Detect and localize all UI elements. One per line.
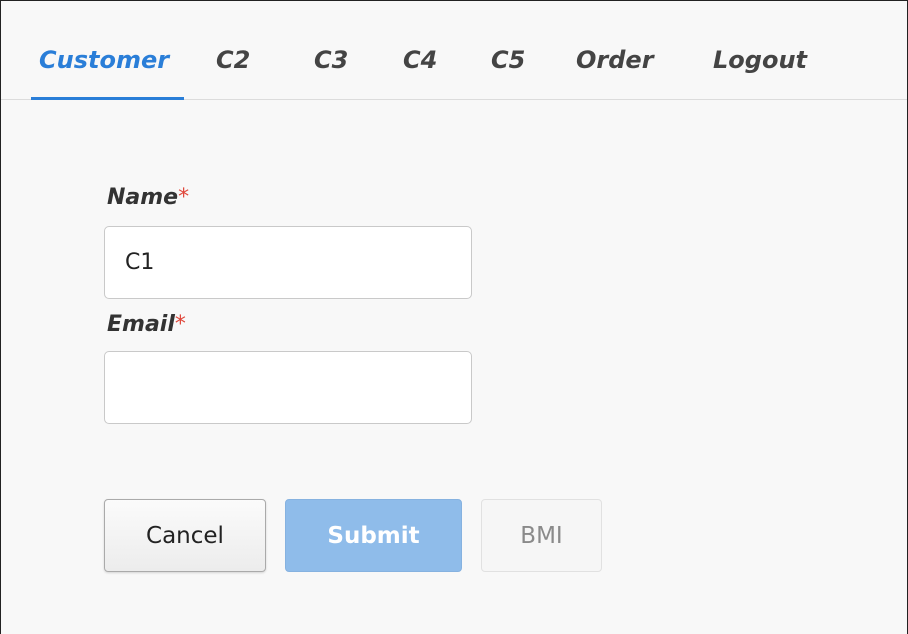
email-label: Email* xyxy=(107,311,186,339)
tab-bar: Customer C2 C3 C4 C5 Order Logout xyxy=(1,1,907,100)
app-window: Customer C2 C3 C4 C5 Order Logout Name* … xyxy=(0,0,908,634)
tab-c3[interactable]: C3 xyxy=(314,44,348,76)
name-input[interactable] xyxy=(104,226,472,299)
email-input[interactable] xyxy=(104,351,472,424)
email-label-text: Email xyxy=(107,312,175,337)
tab-c5[interactable]: C5 xyxy=(491,44,525,76)
active-tab-indicator xyxy=(31,97,184,100)
tab-c2[interactable]: C2 xyxy=(216,44,250,76)
bmi-button[interactable]: BMI xyxy=(481,499,602,572)
name-label-text: Name xyxy=(107,185,179,210)
email-required-marker: * xyxy=(174,312,186,337)
tab-customer[interactable]: Customer xyxy=(39,44,169,76)
submit-button[interactable]: Submit xyxy=(285,499,462,572)
tab-logout[interactable]: Logout xyxy=(713,44,807,76)
tab-c4[interactable]: C4 xyxy=(403,44,437,76)
cancel-button[interactable]: Cancel xyxy=(104,499,266,572)
name-required-marker: * xyxy=(178,185,190,210)
tab-order[interactable]: Order xyxy=(576,44,654,76)
name-label: Name* xyxy=(107,184,189,212)
